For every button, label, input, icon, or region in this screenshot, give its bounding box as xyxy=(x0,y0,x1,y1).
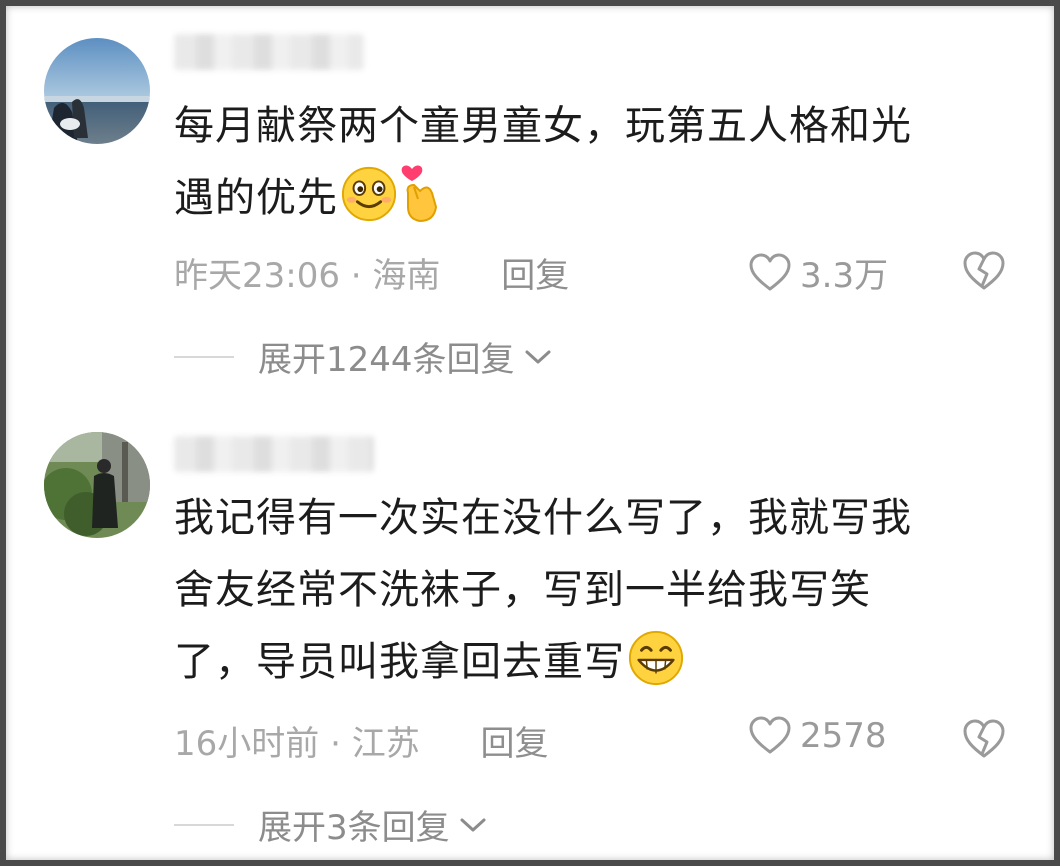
divider-dash xyxy=(174,355,234,358)
comment-text: 每月献祭两个童男童女，玩第五人格和光 遇的优先 xyxy=(174,90,994,234)
comment-meta: 昨天23:06 · 海南 回复 xyxy=(174,248,569,297)
comment-line: 遇的优先 xyxy=(174,162,994,234)
meta-separator: · xyxy=(330,724,341,764)
expand-replies-label: 展开1244条回复 xyxy=(258,340,515,380)
heart-outline-icon xyxy=(749,253,791,290)
expand-replies-button[interactable]: 展开1244条回复 xyxy=(174,332,553,381)
broken-heart-icon xyxy=(963,251,1005,290)
username-blurred[interactable] xyxy=(174,34,364,70)
comment-location: 海南 xyxy=(372,256,441,296)
comment-line-text: 遇的优先 xyxy=(174,175,338,221)
comment-line: 我记得有一次实在没什么写了，我就写我 xyxy=(174,495,912,541)
user-avatar[interactable] xyxy=(44,432,150,538)
divider-dash xyxy=(174,823,234,826)
heart-outline-icon xyxy=(749,716,791,754)
comment-line: 舍友经常不洗袜子，写到一半给我写笑 xyxy=(174,567,871,613)
dislike-button[interactable] xyxy=(962,718,1006,764)
like-count: 3.3万 xyxy=(800,256,889,296)
reply-button[interactable]: 回复 xyxy=(501,256,569,296)
like-count: 2578 xyxy=(800,716,887,756)
comment-line-text: 了，导员叫我拿回去重写 xyxy=(174,639,625,685)
comment-line: 每月献祭两个童男童女，玩第五人格和光 xyxy=(174,103,912,149)
smiling-face-emoji-icon xyxy=(341,166,397,222)
reply-button[interactable]: 回复 xyxy=(481,724,549,764)
user-avatar[interactable] xyxy=(44,38,150,144)
chevron-down-icon xyxy=(525,350,551,363)
comment-line: 了，导员叫我拿回去重写 xyxy=(174,626,994,698)
person-outdoor-icon xyxy=(44,432,150,538)
comment-list: 每月献祭两个童男童女，玩第五人格和光 遇的优先 昨天23:06 · 海南 回复 … xyxy=(6,6,1054,860)
comment-time: 昨天23:06 xyxy=(174,256,340,296)
expand-replies-label: 展开3条回复 xyxy=(258,808,450,848)
comment-text: 我记得有一次实在没什么写了，我就写我 舍友经常不洗袜子，写到一半给我写笑 了，导… xyxy=(174,482,994,698)
expand-replies-button[interactable]: 展开3条回复 xyxy=(174,800,488,849)
dislike-button[interactable] xyxy=(962,250,1006,296)
chevron-down-icon xyxy=(460,818,486,831)
comment-location: 江苏 xyxy=(351,724,420,764)
like-button[interactable]: 3.3万 xyxy=(748,248,888,297)
username-blurred[interactable] xyxy=(174,436,374,472)
heart-finger-emoji-icon xyxy=(401,165,438,223)
comment-time: 16小时前 xyxy=(174,724,320,764)
grinning-face-emoji-icon xyxy=(628,630,684,686)
like-button[interactable]: 2578 xyxy=(748,716,887,756)
comment-meta: 16小时前 · 江苏 回复 xyxy=(174,716,549,765)
broken-heart-icon xyxy=(963,719,1005,758)
ocean-landscape-icon xyxy=(44,38,150,144)
meta-separator: · xyxy=(350,256,362,296)
